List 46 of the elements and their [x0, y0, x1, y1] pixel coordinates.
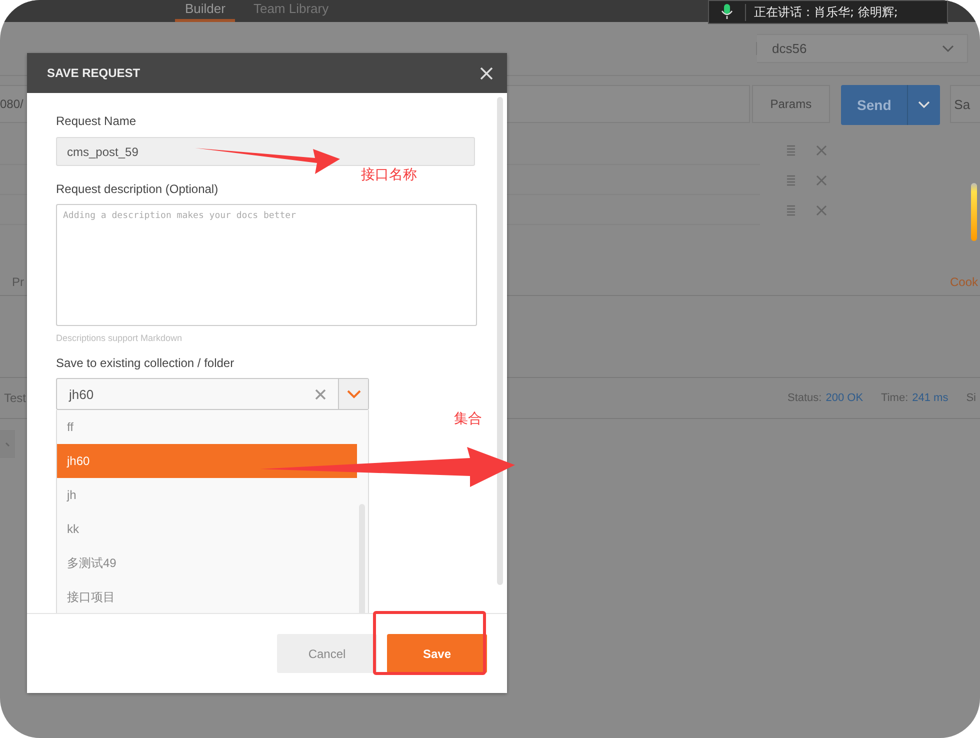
caret-icon [918, 101, 930, 109]
save-button[interactable]: Sa [950, 85, 980, 123]
remove-icon [816, 204, 827, 216]
dropdown-toggle[interactable] [338, 379, 368, 409]
dialog-title: SAVE REQUEST [47, 66, 140, 80]
drag-handle-icon [787, 144, 795, 156]
scrollbar[interactable] [359, 504, 365, 613]
dropdown-option[interactable]: kk [57, 512, 357, 546]
dropdown-option[interactable]: 多测试49 [57, 546, 357, 580]
field-label: Save to existing collection / folder [56, 356, 236, 371]
environment-select[interactable]: dcs56 [757, 34, 968, 63]
volume-meter-icon [969, 183, 979, 241]
send-menu-button[interactable] [907, 85, 940, 125]
collection-select[interactable]: jh60 [56, 378, 369, 410]
request-name-input[interactable]: cms_post_59 [56, 137, 475, 166]
annotation-text: 接口名称 [361, 166, 417, 184]
environment-value: dcs56 [772, 41, 807, 56]
drag-handle-icon [787, 174, 795, 186]
clear-icon [315, 388, 326, 400]
tab[interactable]: Builder [175, 1, 236, 22]
send-button[interactable]: Send [841, 85, 908, 125]
save-button[interactable]: Save [387, 634, 487, 673]
scrollbar[interactable] [497, 97, 503, 585]
params-button[interactable]: Params [752, 85, 830, 123]
microphone-icon [721, 4, 733, 20]
close-icon [480, 66, 493, 80]
dropdown-option[interactable]: ff [57, 410, 357, 444]
url-value: 080/ [0, 97, 24, 111]
tab[interactable]: Team Library [243, 1, 339, 22]
remove-icon [816, 174, 827, 186]
dropdown-option[interactable]: 接口项目 [57, 580, 357, 613]
dropdown-option[interactable]: jh60 [57, 444, 357, 478]
selected-value: jh60 [68, 386, 95, 402]
field-label: Request description (Optional) [56, 182, 220, 197]
status-value: 200 OK [826, 392, 864, 404]
time-value: 241 ms [912, 392, 948, 404]
speaker-text: 正在讲话：肖乐华; 徐明辉; [745, 4, 898, 20]
remove-icon [816, 144, 827, 156]
drag-handle-icon [787, 204, 795, 216]
hint-text: Descriptions support Markdown [56, 333, 184, 343]
close-button[interactable] [478, 64, 495, 82]
description-input[interactable]: Adding a description makes your docs better [56, 204, 477, 326]
field-label: Request Name [56, 114, 138, 129]
cancel-button[interactable]: Cancel [277, 634, 377, 673]
dropdown-option[interactable]: jh [57, 478, 357, 512]
annotation-text: 集合 [454, 410, 482, 428]
